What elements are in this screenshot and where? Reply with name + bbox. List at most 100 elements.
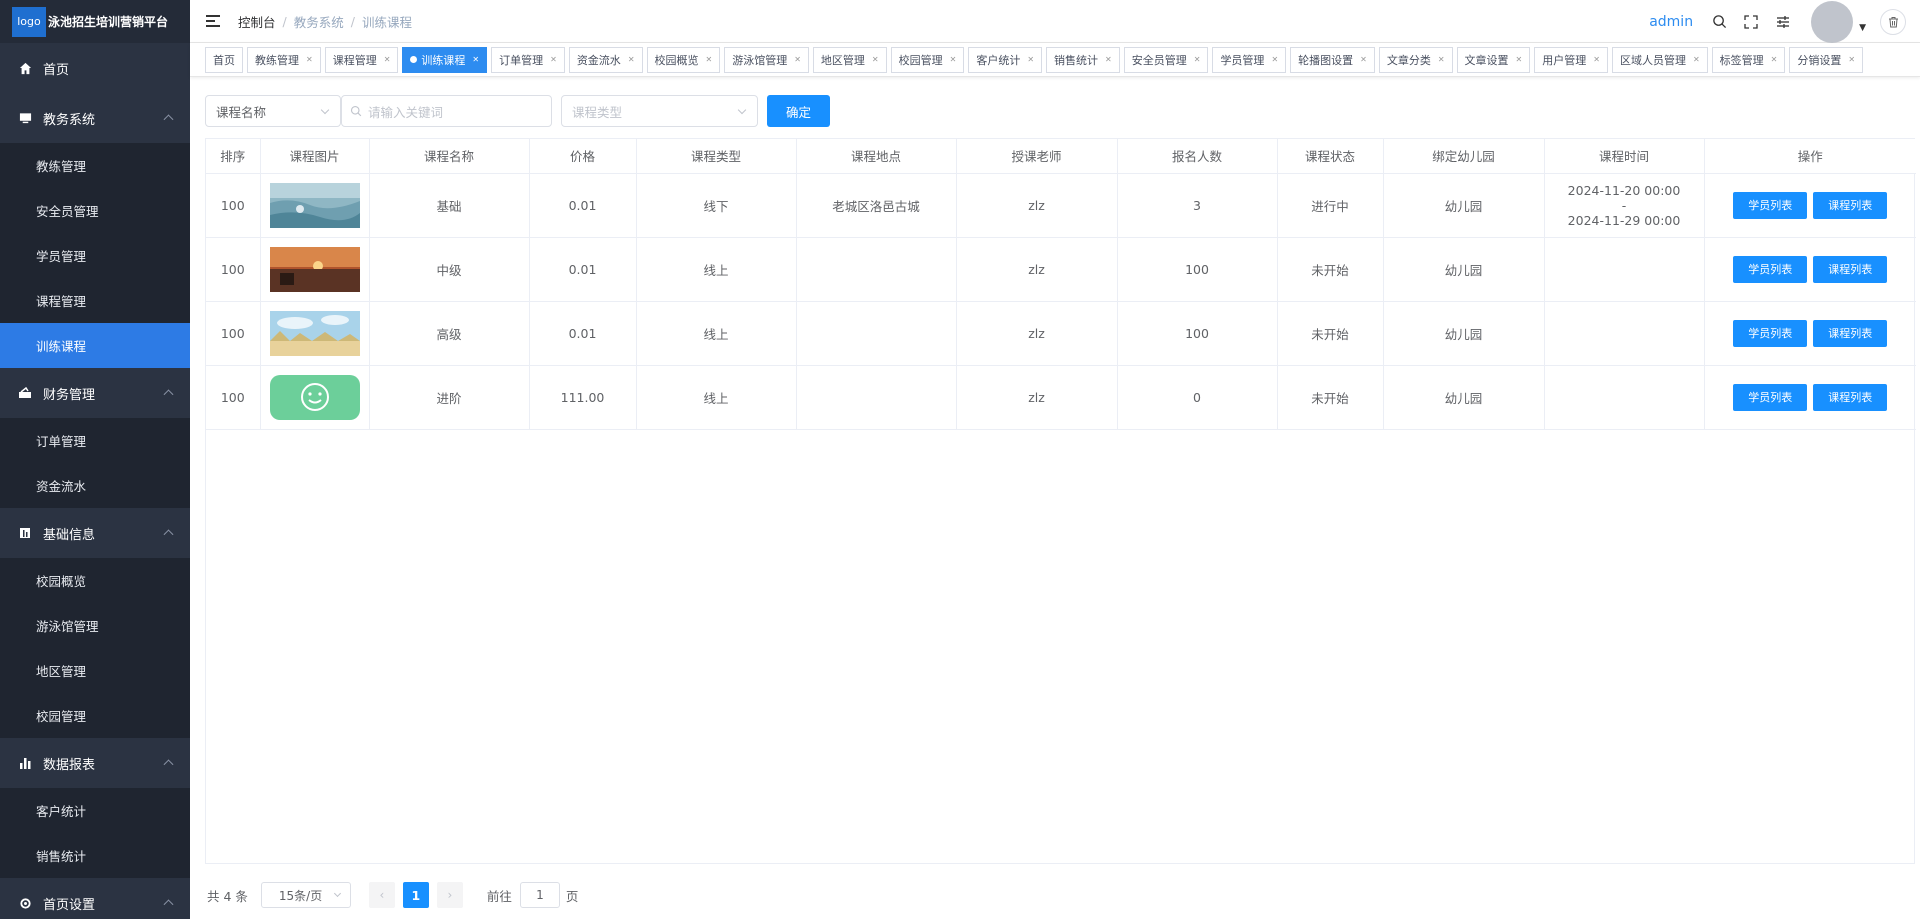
keyword-input[interactable]: 请输入关键词 xyxy=(341,95,552,127)
tag-label: 用户管理 xyxy=(1542,53,1587,67)
caret-down-icon[interactable]: ▼ xyxy=(1859,23,1866,33)
course-list-button[interactable]: 课程列表 xyxy=(1813,383,1888,411)
tag-11[interactable]: 销售统计 ✕ xyxy=(1046,46,1120,73)
page-size-select[interactable]: 15条/页 xyxy=(260,882,351,908)
course-time-cell xyxy=(1544,237,1705,302)
sidebar-item[interactable]: 校园概览 xyxy=(0,558,190,603)
sidebar-group-label: 财务管理 xyxy=(43,387,96,403)
tag-20[interactable]: 分销设置 ✕ xyxy=(1789,46,1864,73)
sidebar-submenu: 教练管理 安全员管理 学员管理 课程管理 训练课程 xyxy=(0,143,190,368)
sidebar-item[interactable]: 课程管理 xyxy=(0,278,190,323)
close-icon[interactable]: ✕ xyxy=(1516,55,1523,64)
student-list-button[interactable]: 学员列表 xyxy=(1733,191,1808,219)
tag-4[interactable]: 订单管理 ✕ xyxy=(491,46,565,73)
sidebar-item[interactable]: 游泳馆管理 xyxy=(0,603,190,648)
search-icon[interactable] xyxy=(1711,14,1727,30)
sidebar-group-2[interactable]: 财务管理 xyxy=(0,368,190,418)
course-list-button[interactable]: 课程列表 xyxy=(1813,319,1888,347)
total-count: 共 4 条 xyxy=(207,888,248,904)
tag-15[interactable]: 文章分类 ✕ xyxy=(1378,46,1453,73)
avatar[interactable] xyxy=(1811,0,1854,43)
confirm-button[interactable]: 确定 xyxy=(767,95,830,127)
tag-1[interactable]: 教练管理 ✕ xyxy=(247,46,321,73)
tag-7[interactable]: 游泳馆管理 ✕ xyxy=(724,46,809,73)
course-list-button[interactable]: 课程列表 xyxy=(1813,191,1888,219)
sidebar-menu: 首页教务系统 教练管理 安全员管理 学员管理 课程管理 训练课程财务管理订单管理 资金流水基… xyxy=(0,43,190,919)
sidebar-item[interactable]: 校园管理 xyxy=(0,693,190,738)
tag-5[interactable]: 资金流水 ✕ xyxy=(568,46,643,73)
close-icon[interactable]: ✕ xyxy=(306,55,313,64)
goto-page-input[interactable] xyxy=(519,882,560,908)
tag-9[interactable]: 校园管理 ✕ xyxy=(890,46,965,73)
next-page-button[interactable]: › xyxy=(436,882,463,908)
sidebar-group-4[interactable]: 数据报表 xyxy=(0,738,190,788)
size-settings-icon[interactable] xyxy=(1775,14,1791,30)
image-cell xyxy=(260,365,370,430)
sidebar-group-3[interactable]: 基础信息 xyxy=(0,508,190,558)
sidebar-item[interactable]: 订单管理 xyxy=(0,418,190,463)
close-icon[interactable]: ✕ xyxy=(794,55,801,64)
sidebar-item[interactable]: 教练管理 xyxy=(0,143,190,188)
tag-2[interactable]: 课程管理 ✕ xyxy=(324,46,399,73)
close-icon[interactable]: ✕ xyxy=(1438,55,1445,64)
chevron-down-icon xyxy=(737,105,747,115)
course-list-button[interactable]: 课程列表 xyxy=(1813,255,1888,283)
close-icon[interactable]: ✕ xyxy=(706,55,713,64)
sidebar-item[interactable]: 销售统计 xyxy=(0,833,190,878)
sidebar-group-1[interactable]: 教务系统 xyxy=(0,93,190,143)
course-type-select[interactable]: 课程类型 xyxy=(561,95,758,127)
tag-13[interactable]: 学员管理 ✕ xyxy=(1212,46,1287,73)
page-number[interactable]: 1 xyxy=(402,882,429,908)
column-header: 绑定幼儿园 xyxy=(1383,139,1545,174)
close-icon[interactable]: ✕ xyxy=(550,55,557,64)
tag-14[interactable]: 轮播图设置 ✕ xyxy=(1290,46,1375,73)
chevron-down-icon xyxy=(320,105,330,115)
close-icon[interactable]: ✕ xyxy=(1105,55,1112,64)
close-icon[interactable]: ✕ xyxy=(628,55,635,64)
sidebar-group-label: 首页 xyxy=(43,62,70,78)
chevron-up-icon xyxy=(163,389,174,400)
sidebar-item[interactable]: 学员管理 xyxy=(0,233,190,278)
student-list-button[interactable]: 学员列表 xyxy=(1733,383,1808,411)
close-icon[interactable]: ✕ xyxy=(1693,55,1700,64)
sidebar-item[interactable]: 客户统计 xyxy=(0,788,190,833)
tag-16[interactable]: 文章设置 ✕ xyxy=(1456,46,1531,73)
trash-icon[interactable] xyxy=(1880,8,1906,35)
close-icon[interactable]: ✕ xyxy=(950,55,957,64)
close-icon[interactable]: ✕ xyxy=(1194,55,1201,64)
breadcrumb-item[interactable]: 控制台 xyxy=(238,12,276,31)
tag-3[interactable]: 训练课程 ✕ xyxy=(402,46,488,73)
tag-17[interactable]: 用户管理 ✕ xyxy=(1534,46,1608,73)
close-icon[interactable]: ✕ xyxy=(1360,55,1367,64)
sidebar-item[interactable]: 安全员管理 xyxy=(0,188,190,233)
tag-0[interactable]: 首页 xyxy=(205,46,243,73)
tag-8[interactable]: 地区管理 ✕ xyxy=(812,46,887,73)
close-icon[interactable]: ✕ xyxy=(872,55,879,64)
close-icon[interactable]: ✕ xyxy=(1271,55,1278,64)
close-icon[interactable]: ✕ xyxy=(472,55,479,64)
fullscreen-icon[interactable] xyxy=(1743,14,1759,30)
close-icon[interactable]: ✕ xyxy=(1593,55,1600,64)
close-icon[interactable]: ✕ xyxy=(1848,55,1855,64)
tag-6[interactable]: 校园概览 ✕ xyxy=(646,46,721,73)
tag-19[interactable]: 标签管理 ✕ xyxy=(1711,46,1786,73)
student-list-button[interactable]: 学员列表 xyxy=(1733,255,1808,283)
course-type-cell: 线下 xyxy=(636,173,797,238)
student-list-button[interactable]: 学员列表 xyxy=(1733,319,1808,347)
sidebar-item[interactable]: 地区管理 xyxy=(0,648,190,693)
close-icon[interactable]: ✕ xyxy=(1771,55,1778,64)
username[interactable]: admin xyxy=(1649,14,1693,30)
sidebar-item[interactable]: 训练课程 xyxy=(0,323,190,368)
sidebar-group-5[interactable]: 首页设置 xyxy=(0,878,190,919)
field-select[interactable]: 课程名称 xyxy=(205,95,341,127)
close-icon[interactable]: ✕ xyxy=(1027,55,1034,64)
prev-page-button[interactable]: ‹ xyxy=(368,882,395,908)
sidebar-group-0[interactable]: 首页 xyxy=(0,43,190,93)
sidebar-item[interactable]: 资金流水 xyxy=(0,463,190,508)
tag-12[interactable]: 安全员管理 ✕ xyxy=(1123,46,1209,73)
close-icon[interactable]: ✕ xyxy=(384,55,391,64)
brand-title: 泳池招生培训营销平台 xyxy=(48,15,169,29)
tag-18[interactable]: 区域人员管理 ✕ xyxy=(1611,46,1708,73)
tag-10[interactable]: 客户统计 ✕ xyxy=(968,46,1043,73)
menu-toggle-icon[interactable] xyxy=(206,15,220,27)
